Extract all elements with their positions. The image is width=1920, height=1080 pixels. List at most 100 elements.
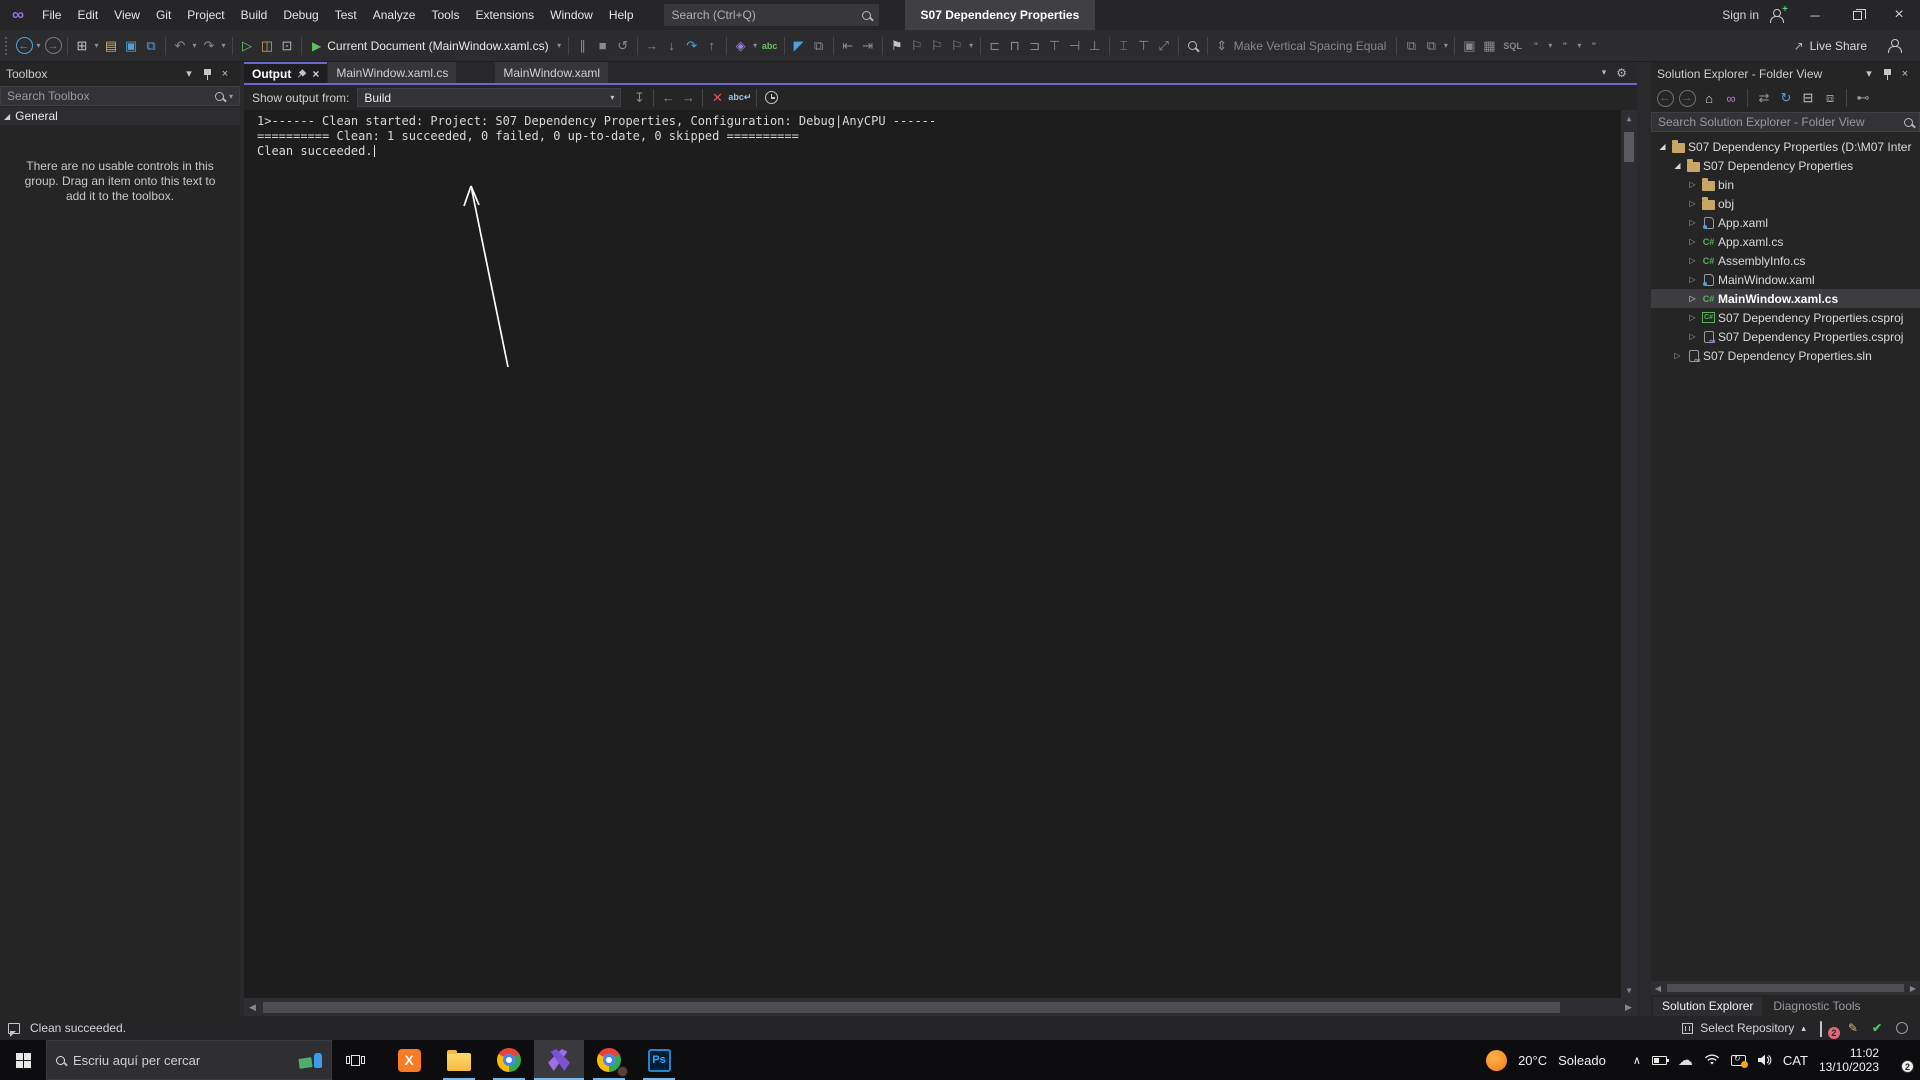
step-over-icon[interactable]: ↷ [682,35,702,57]
align-middles-icon[interactable]: ⊣ [1065,35,1085,57]
solution-explorer-window-position-icon[interactable]: ▾ [1860,67,1878,80]
align-lefts-icon[interactable]: ⊏ [985,35,1005,57]
switch-views-icon[interactable]: ∞ [1721,87,1741,109]
goto-message-icon[interactable]: ↧ [629,87,649,109]
menu-build[interactable]: Build [233,0,276,30]
menu-help[interactable]: Help [601,0,642,30]
menu-tools[interactable]: Tools [423,0,467,30]
grid-view-icon[interactable]: ▦ [1479,35,1499,57]
output-vertical-scrollbar[interactable]: ▲▼ [1621,110,1637,998]
align-tops-icon[interactable]: ⊤ [1045,35,1065,57]
close-tab-icon[interactable]: × [312,67,319,81]
tree-item-s07-dependency-properties-d-m07-inter[interactable]: ◢S07 Dependency Properties (D:\M07 Inter [1651,137,1920,156]
preview-selected-icon[interactable]: ⊷ [1853,87,1873,109]
caret-down-icon[interactable]: ▾ [1575,35,1584,57]
editor-tab-mainwindow-xaml-cs[interactable]: MainWindow.xaml.cs [328,62,456,83]
menu-debug[interactable]: Debug [275,0,326,30]
bookmark-prev-icon[interactable]: ⚐ [907,35,927,57]
language-indicator[interactable]: CAT [1783,1053,1808,1068]
expand-arrow-icon[interactable]: ▷ [1686,180,1699,189]
align-centers-icon[interactable]: ⊓ [1005,35,1025,57]
prev-message-icon[interactable]: ← [658,87,678,109]
battery-icon[interactable] [1652,1056,1667,1065]
notifications-button[interactable]: 2 [1820,1022,1834,1035]
taskbar-app-chrome[interactable] [484,1040,534,1080]
redo-icon[interactable]: ↷ [199,35,219,57]
tree-item-bin[interactable]: ▷bin [1651,175,1920,194]
history-back-icon[interactable]: ← [1655,87,1675,109]
tool-tab-diagnostic-tools[interactable]: Diagnostic Tools [1764,997,1869,1016]
active-files-caret-icon[interactable]: ▾ [1602,67,1607,78]
toolbox-pin-icon[interactable] [198,68,216,80]
menu-file[interactable]: File [34,0,69,30]
select-element-icon[interactable]: ◤ [789,35,809,57]
caret-down-icon[interactable]: ▾ [219,35,228,57]
vertical-spacing-icon-icon[interactable]: ⇕ [1212,35,1232,57]
save-all-icon[interactable]: ⧉ [141,35,161,57]
output-horizontal-scrollbar[interactable]: ◀ ▶ [244,998,1637,1016]
scrollbar-thumb[interactable] [1624,132,1634,162]
collapse-arrow-icon[interactable]: ◢ [1656,142,1669,151]
word-wrap-icon[interactable]: abc↵ [727,87,752,109]
refresh-icon[interactable]: ↻ [1776,87,1796,109]
same-size-icon[interactable]: ⌶ [1114,35,1134,57]
onedrive-cloud-icon[interactable]: ☁ [1678,1051,1693,1069]
editor-tab-mainwindow-xaml[interactable]: MainWindow.xaml [495,62,608,83]
caret-down-icon[interactable]: ▾ [190,35,199,57]
scrollbar-thumb[interactable] [1667,984,1904,992]
tree-item-s07-dependency-properties-csproj[interactable]: ▷C#S07 Dependency Properties.csproj [1651,308,1920,327]
scroll-left-icon[interactable]: ◀ [1651,984,1665,993]
tree-item-s07-dependency-properties-sln[interactable]: ▷S07 Dependency Properties.sln [1651,346,1920,365]
align-bottoms-icon[interactable]: ⊥ [1085,35,1105,57]
presence-circle-icon[interactable] [1896,1022,1908,1034]
caret-down-icon[interactable]: ▾ [229,92,233,101]
quick-search-input[interactable]: Search (Ctrl+Q) [664,4,879,26]
bookmark-toggle-icon[interactable]: ⚑ [887,35,907,57]
show-next-statement-icon[interactable]: → [642,35,662,57]
close-button[interactable]: × [1878,0,1920,30]
toolbox-window-position-icon[interactable]: ▾ [180,67,198,80]
caret-down-icon[interactable]: ▾ [92,35,101,57]
tree-item-s07-dependency-properties[interactable]: ◢S07 Dependency Properties [1651,156,1920,175]
solution-explorer-horizontal-scrollbar[interactable]: ◀ ▶ [1651,981,1920,995]
expand-arrow-icon[interactable]: ▷ [1686,313,1699,322]
expand-arrow-icon[interactable]: ▷ [1686,256,1699,265]
step-into-icon[interactable]: ↓ [662,35,682,57]
tree-item-obj[interactable]: ▷obj [1651,194,1920,213]
minimize-button[interactable]: ─ [1794,0,1836,30]
taskbar-app-visual-studio[interactable] [534,1040,584,1080]
output-window-icon[interactable] [8,1023,20,1034]
double-quote-icon[interactable]: " [1526,35,1546,57]
scrollbar-thumb[interactable] [263,1002,1560,1013]
toolbox-section-general[interactable]: ◢ General [0,107,240,125]
save-icon[interactable]: ▣ [121,35,141,57]
taskbar-app-xampp[interactable]: X [384,1040,434,1080]
scroll-left-icon[interactable]: ◀ [244,1002,261,1013]
toolbar-grip[interactable] [5,37,10,55]
caret-down-icon[interactable]: ▾ [967,35,976,57]
expand-arrow-icon[interactable]: ▷ [1686,199,1699,208]
same-width-icon[interactable]: ⤢ [1154,35,1174,57]
spell-check-icon[interactable]: abc [760,35,780,57]
make-vertical-spacing-equal-button[interactable]: Make Vertical Spacing Equal [1234,39,1387,53]
toolbox-close-icon[interactable]: × [216,68,234,80]
toolbox-search-input[interactable]: Search Toolbox ▾ [0,86,240,106]
tree-item-app-xaml[interactable]: ▷App.xaml [1651,213,1920,232]
undo-icon[interactable]: ↶ [170,35,190,57]
menu-project[interactable]: Project [179,0,232,30]
web-preview-icon[interactable]: ◫ [257,35,277,57]
taskbar-app-chrome-profile[interactable] [584,1040,634,1080]
intellitrace-icon[interactable]: ◈ [731,35,751,57]
taskbar-clock[interactable]: 11:02 13/10/2023 [1819,1046,1879,1074]
tree-item-app-xaml-cs[interactable]: ▷C#App.xaml.cs [1651,232,1920,251]
taskbar-app-photoshop[interactable]: Ps [634,1040,684,1080]
expand-arrow-icon[interactable]: ▷ [1686,237,1699,246]
same-height-icon[interactable]: ⊤ [1134,35,1154,57]
weather-sun-icon[interactable] [1486,1050,1507,1071]
taskbar-app-file-explorer[interactable] [434,1040,484,1080]
output-source-dropdown[interactable]: Build ▾ [357,88,621,107]
live-share-button[interactable]: ↗ Live Share [1794,39,1912,53]
collapse-arrow-icon[interactable]: ◢ [1671,161,1684,170]
history-forward-icon[interactable]: → [1677,87,1697,109]
start-button[interactable] [0,1040,46,1080]
